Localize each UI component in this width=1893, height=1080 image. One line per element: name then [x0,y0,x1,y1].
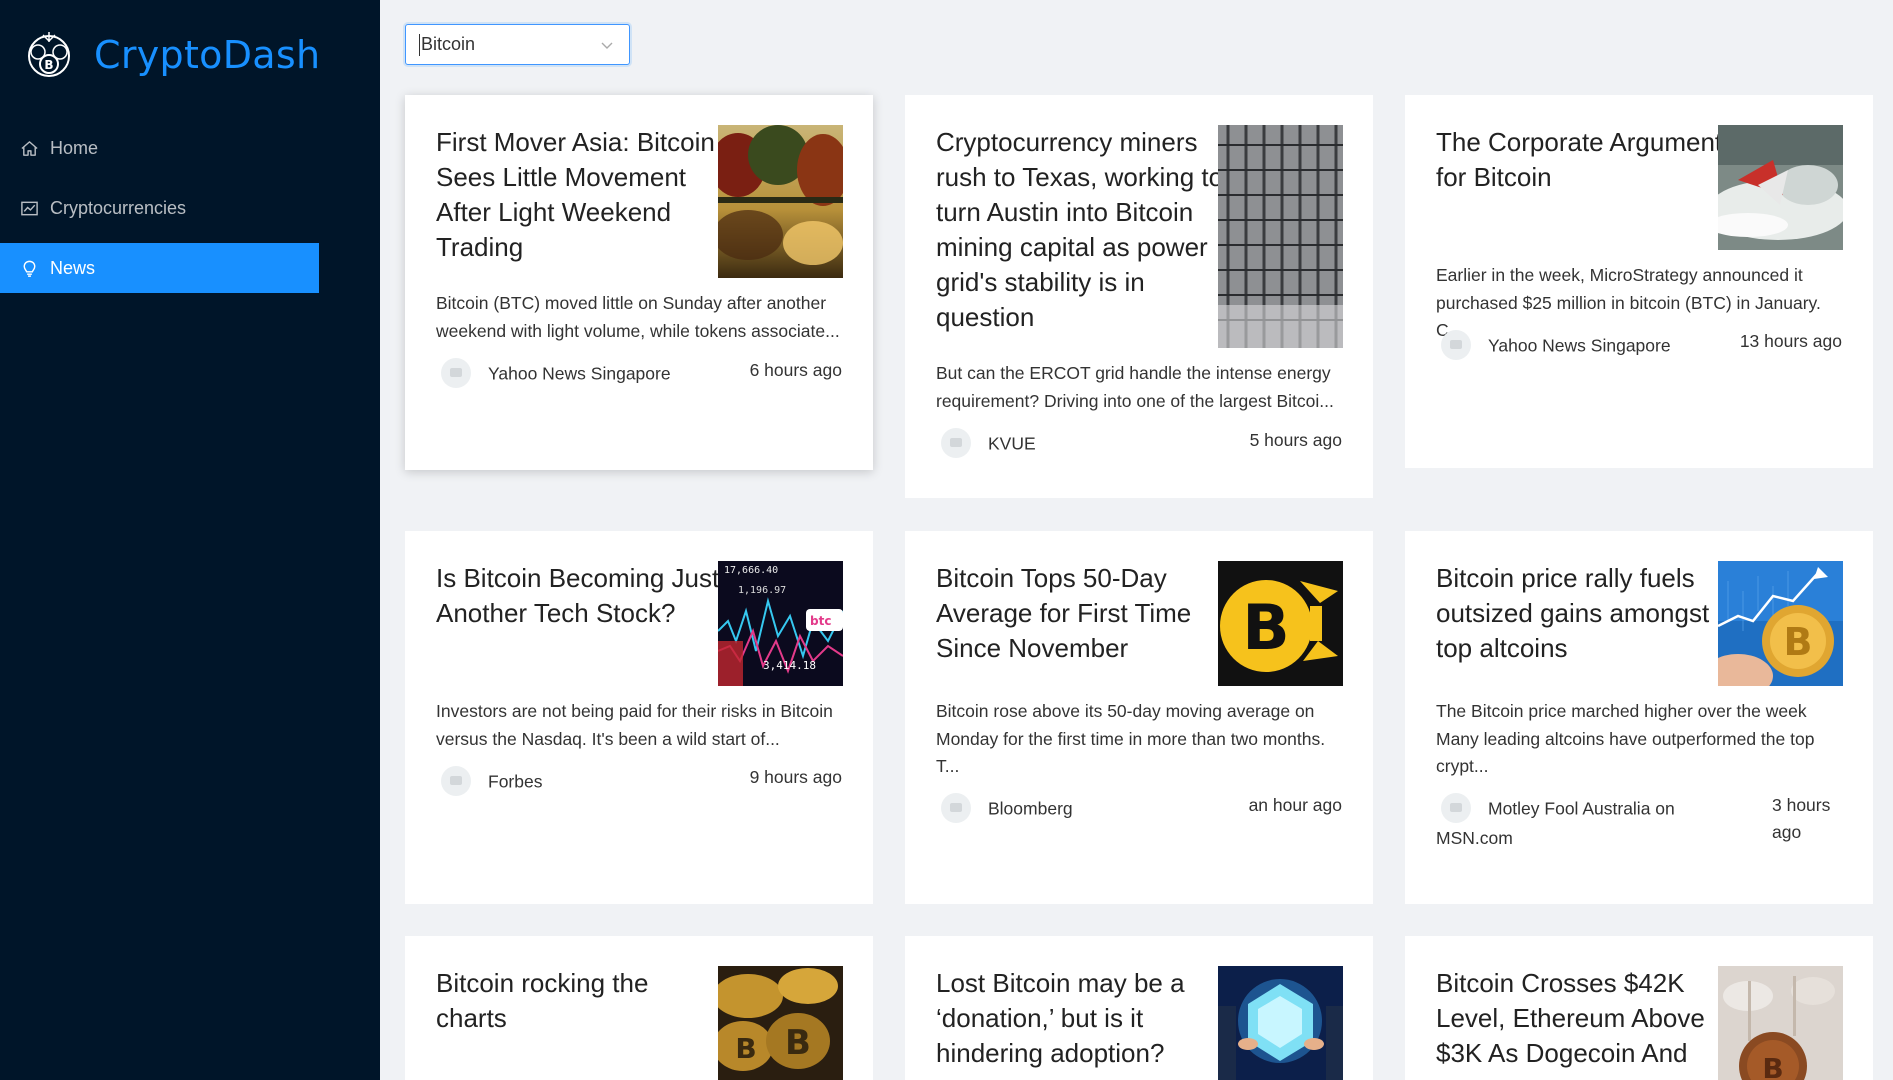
news-thumbnail[interactable]: B [1218,561,1343,686]
news-time: 5 hours ago [1249,430,1342,450]
svg-text:3,414.18: 3,414.18 [763,659,816,672]
news-thumbnail[interactable]: B [1718,966,1843,1080]
svg-text:B: B [1762,1052,1783,1080]
news-title[interactable]: Bitcoin Tops 50-Day Average for First Ti… [936,561,1226,666]
chart-icon [21,201,38,215]
chevron-down-icon [601,42,613,49]
news-title[interactable]: Lost Bitcoin may be a ‘donation,’ but is… [936,966,1226,1071]
news-time: an hour ago [1248,795,1342,815]
sidebar-item-cryptocurrencies[interactable]: Cryptocurrencies [0,183,319,233]
news-title[interactable]: Bitcoin Crosses $42K Level, Ethereum Abo… [1436,966,1726,1071]
bulb-icon [23,260,36,277]
crypto-filter-value: Bitcoin [421,34,476,54]
main-content: Bitcoin First Mover Asia: Bitcoin Sees L… [380,0,1893,1080]
news-card[interactable]: Cryptocurrency miners rush to Texas, wor… [905,95,1373,498]
logo[interactable]: B CryptoDash [22,28,320,82]
svg-text:1,196.97: 1,196.97 [738,585,786,596]
news-title[interactable]: Cryptocurrency miners rush to Texas, wor… [936,125,1226,335]
news-card[interactable]: Lost Bitcoin may be a ‘donation,’ but is… [905,936,1373,1080]
news-thumbnail[interactable] [1218,966,1343,1080]
provider-avatar [1441,793,1471,823]
news-description: But can the ERCOT grid handle the intens… [936,363,1334,411]
sidebar-menu: Home Cryptocurrencies News [0,123,319,303]
news-description: Investors are not being paid for their r… [436,701,833,749]
text-cursor [419,33,420,56]
news-thumbnail[interactable]: 17,666.40 1,196.97 3,414.18 btc [718,561,843,686]
news-thumbnail[interactable] [1718,125,1843,250]
provider-avatar [941,428,971,458]
sidebar-item-home[interactable]: Home [0,123,319,173]
news-description: Bitcoin (BTC) moved little on Sunday aft… [436,293,840,341]
news-thumbnail[interactable]: B B [718,966,843,1080]
provider-name: Yahoo News Singapore [1488,335,1671,356]
sidebar-item-news[interactable]: News [0,243,319,293]
news-card[interactable]: First Mover Asia: Bitcoin Sees Little Mo… [405,95,873,470]
provider-name: KVUE [988,433,1036,454]
news-card[interactable]: Bitcoin rocking the charts B B [405,936,873,1080]
provider-avatar [441,358,471,388]
svg-text:B: B [785,1023,811,1063]
news-card[interactable]: Bitcoin price rally fuels outsized gains… [1405,531,1873,904]
news-time: 9 hours ago [749,767,842,787]
provider-name: Yahoo News Singapore [488,363,671,384]
news-card[interactable]: Bitcoin Crosses $42K Level, Ethereum Abo… [1405,936,1873,1080]
news-card[interactable]: The Corporate Argument for Bitcoin Earli… [1405,95,1873,468]
news-time: 6 hours ago [749,360,842,380]
sidebar-item-label: News [50,257,96,278]
news-title[interactable]: Bitcoin price rally fuels outsized gains… [1436,561,1726,666]
news-time: 3 hours ago [1772,795,1831,842]
news-thumbnail[interactable]: B [1718,561,1843,686]
app-name[interactable]: CryptoDash [94,33,320,77]
news-provider[interactable]: Motley Fool Australia on MSN.com [1436,793,1726,852]
svg-text:B: B [44,58,53,72]
svg-text:17,666.40: 17,666.40 [724,565,778,576]
svg-text:btc: btc [810,614,831,628]
news-thumbnail[interactable] [718,125,843,278]
news-description: The Bitcoin price marched higher over th… [1436,701,1815,776]
news-title[interactable]: Is Bitcoin Becoming Just Another Tech St… [436,561,726,631]
news-title[interactable]: Bitcoin rocking the charts [436,966,726,1036]
news-card[interactable]: Bitcoin Tops 50-Day Average for First Ti… [905,531,1373,904]
sidebar: B CryptoDash Home Cryptocurrencies News [0,0,380,1080]
crypto-logo-icon: B [28,32,70,77]
news-description: Bitcoin rose above its 50-day moving ave… [936,701,1326,776]
sidebar-item-label: Home [50,137,99,158]
sidebar-item-label: Cryptocurrencies [50,197,187,218]
crypto-filter-select[interactable]: Bitcoin [405,24,630,65]
news-card[interactable]: Is Bitcoin Becoming Just Another Tech St… [405,531,873,904]
svg-text:B: B [1242,591,1289,664]
home-icon [21,140,38,156]
provider-avatar [941,793,971,823]
news-time: 13 hours ago [1739,331,1842,351]
provider-name: Bloomberg [988,798,1073,819]
news-thumbnail[interactable] [1218,125,1343,348]
svg-text:B: B [1784,620,1813,664]
news-title[interactable]: The Corporate Argument for Bitcoin [1436,125,1726,195]
provider-avatar [1441,330,1471,360]
news-title[interactable]: First Mover Asia: Bitcoin Sees Little Mo… [436,125,726,265]
svg-text:B: B [735,1032,756,1065]
provider-avatar [441,766,471,796]
provider-name: Forbes [488,771,543,792]
provider-name: Motley Fool Australia on MSN.com [1436,798,1675,848]
